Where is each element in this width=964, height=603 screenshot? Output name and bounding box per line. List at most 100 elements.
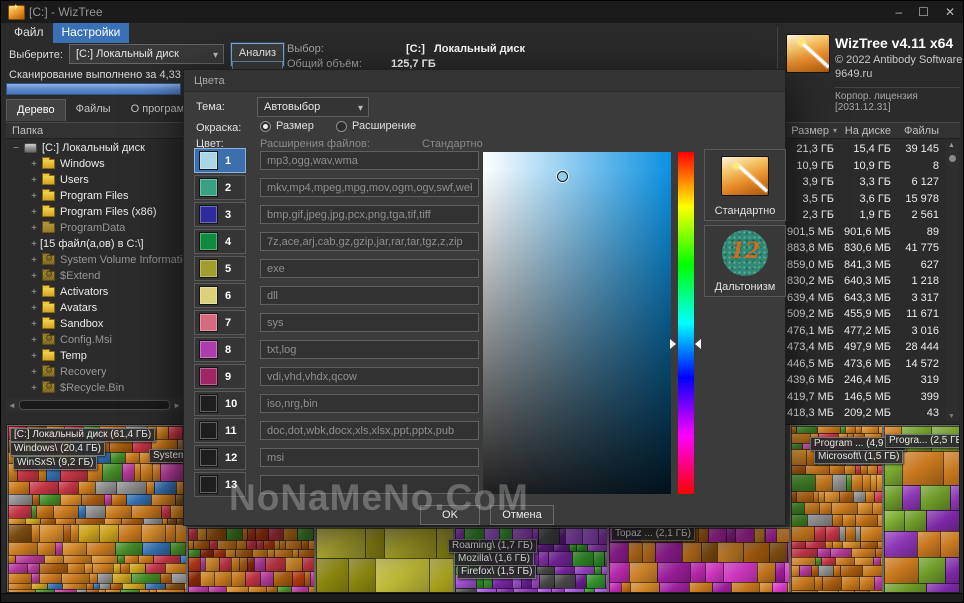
treemap-block[interactable] [707, 528, 727, 544]
collapse-icon[interactable]: − [10, 143, 22, 154]
treemap-block[interactable] [375, 558, 430, 592]
treemap-block[interactable] [917, 557, 946, 584]
treemap-block[interactable] [98, 524, 120, 543]
treemap-block[interactable] [131, 504, 162, 520]
treemap-block[interactable] [926, 582, 959, 592]
treemap-block[interactable] [154, 480, 177, 496]
treemap-block[interactable] [260, 571, 275, 588]
extension-input[interactable] [260, 421, 479, 440]
treemap-block[interactable] [803, 501, 821, 516]
table-row[interactable]: 3,5 ГБ 3,6 ГБ 15 978 [781, 191, 939, 208]
treemap-block[interactable] [944, 557, 959, 584]
treemap-block[interactable] [61, 541, 87, 557]
treemap-block[interactable] [160, 463, 185, 482]
tree-item[interactable]: + Windows [6, 156, 183, 172]
treemap-block[interactable] [365, 528, 385, 560]
expand-icon[interactable]: + [28, 383, 40, 394]
expand-icon[interactable]: + [28, 335, 40, 346]
treemap-block[interactable] [791, 501, 805, 516]
treemap-block[interactable] [688, 582, 714, 592]
expand-icon[interactable]: + [28, 287, 40, 298]
treemap-block[interactable] [704, 561, 725, 584]
minimize-button[interactable]: – [895, 6, 902, 18]
treemap-block[interactable] [742, 542, 771, 563]
table-row[interactable]: 859,0 МБ 841,3 МБ 627 [781, 257, 939, 274]
treemap-block[interactable] [831, 501, 859, 516]
treemap-block[interactable] [919, 485, 951, 512]
color-row[interactable]: 4 [194, 229, 246, 254]
menu-settings[interactable]: Настройки [52, 23, 130, 43]
treemap-block[interactable] [247, 586, 268, 592]
extension-input[interactable] [260, 232, 479, 251]
treemap-block[interactable] [759, 582, 773, 592]
treemap-block[interactable] [690, 561, 706, 584]
treemap-block[interactable] [819, 501, 833, 516]
table-row[interactable]: 446,5 МБ 473,6 МБ 14 572 [781, 356, 939, 373]
expand-icon[interactable]: + [28, 223, 40, 234]
expand-icon[interactable]: + [28, 159, 40, 170]
color-picker-area[interactable] [483, 152, 671, 494]
treemap-block[interactable] [815, 474, 834, 492]
color-row[interactable]: 7 [194, 310, 246, 335]
expand-icon[interactable]: + [28, 303, 40, 314]
tab-files[interactable]: Файлы [66, 99, 121, 121]
treemap-block[interactable] [302, 556, 314, 573]
dialog-title-bar[interactable]: Цвета [184, 70, 785, 92]
treemap-block[interactable] [121, 463, 136, 482]
treemap-block[interactable] [712, 582, 733, 592]
treemap-block[interactable] [175, 524, 186, 543]
treemap-block[interactable] [105, 504, 133, 520]
treemap-block[interactable] [822, 575, 842, 592]
expand-icon[interactable]: + [28, 255, 40, 266]
treemap-block[interactable] [756, 561, 776, 584]
color-row[interactable]: 12 [194, 445, 246, 470]
treemap-block[interactable] [586, 573, 606, 589]
expand-icon[interactable]: + [28, 207, 40, 218]
color-row[interactable]: 5 [194, 256, 246, 281]
treemap-block[interactable] [901, 451, 945, 487]
cancel-button[interactable]: Отмена [490, 505, 554, 525]
scroll-left-icon[interactable]: ◄ [8, 401, 16, 410]
treemap-block[interactable] [884, 582, 928, 592]
hue-arrow-right-icon[interactable] [695, 338, 701, 349]
treemap-block[interactable] [291, 571, 306, 588]
ok-button[interactable]: OK [420, 505, 480, 525]
treemap-block[interactable] [943, 451, 959, 487]
treemap-block[interactable] [597, 528, 607, 546]
treemap-block[interactable] [170, 541, 186, 557]
extension-input[interactable] [260, 178, 479, 197]
close-button[interactable]: ✕ [945, 6, 955, 18]
treemap-region[interactable] [187, 527, 315, 592]
treemap-block[interactable] [858, 575, 875, 592]
radio-extension[interactable]: Расширение [336, 120, 416, 132]
extension-input[interactable] [260, 475, 479, 494]
treemap-block[interactable] [167, 426, 184, 440]
treemap-block[interactable] [609, 561, 631, 584]
treemap-block[interactable] [276, 586, 292, 592]
treemap-block[interactable] [553, 573, 576, 589]
treemap-block[interactable] [824, 526, 841, 542]
extension-input[interactable] [260, 151, 479, 170]
treemap-block[interactable] [769, 542, 789, 563]
treemap-block[interactable] [316, 528, 367, 560]
tree-item[interactable]: + Program Files (x86) [6, 204, 183, 220]
tree-item[interactable]: + System Volume Information [6, 252, 183, 268]
color-row[interactable]: 13 [194, 472, 246, 497]
treemap-block[interactable] [875, 474, 882, 492]
treemap-block[interactable] [8, 480, 30, 496]
treemap-block[interactable] [925, 510, 959, 532]
extension-input[interactable] [260, 205, 479, 224]
expand-icon[interactable]: + [28, 319, 40, 330]
treemap-block[interactable] [565, 528, 584, 546]
treemap-block[interactable] [200, 571, 216, 588]
treemap-block[interactable] [539, 573, 555, 589]
treemap-block[interactable] [630, 582, 661, 592]
treemap-block[interactable] [654, 542, 683, 563]
treemap-block[interactable] [872, 501, 882, 516]
treemap-block[interactable] [38, 524, 64, 543]
treemap-block[interactable] [903, 510, 927, 532]
treemap-block[interactable] [28, 480, 59, 496]
treemap-block[interactable] [642, 542, 656, 563]
treemap-block[interactable] [791, 449, 807, 466]
extension-input[interactable] [260, 367, 479, 386]
